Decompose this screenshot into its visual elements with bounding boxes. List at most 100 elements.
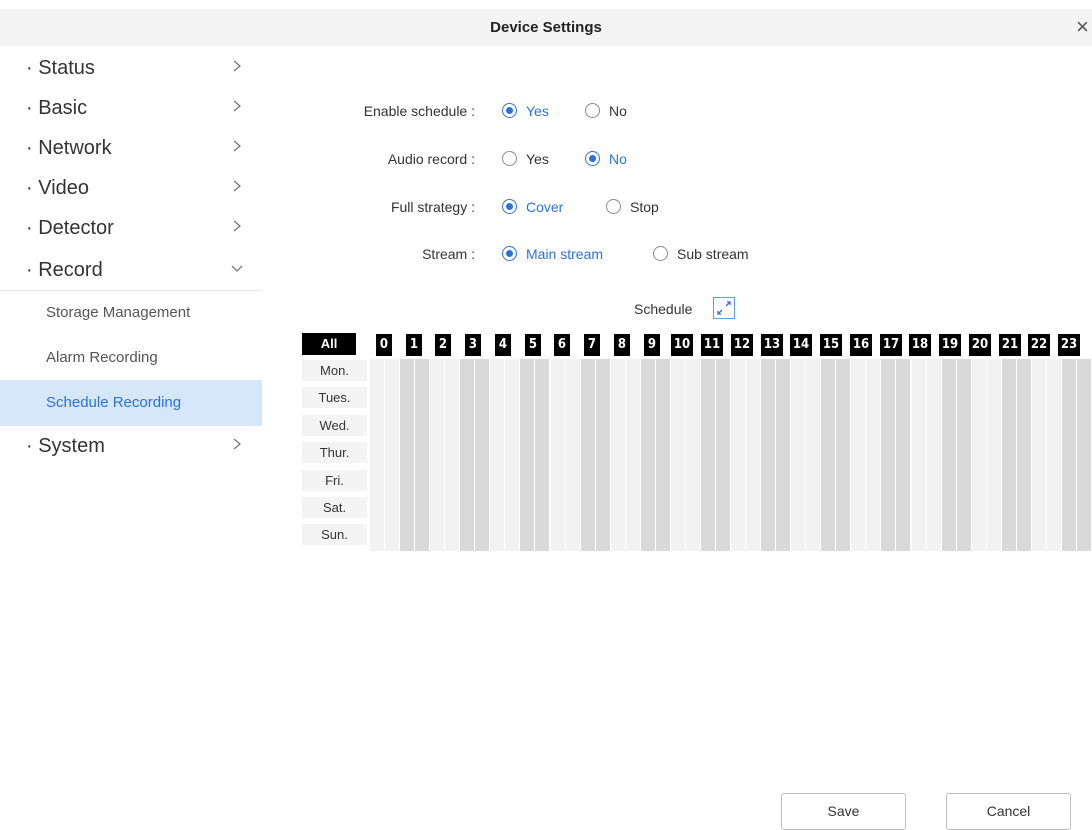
- sidebar-item-status[interactable]: · Status: [0, 48, 262, 88]
- day-label[interactable]: Tues.: [302, 387, 367, 409]
- schedule-grid-column[interactable]: [655, 359, 670, 551]
- schedule-grid-column[interactable]: [956, 359, 971, 551]
- sidebar-item-label: · Status: [26, 57, 95, 79]
- sidebar-subitem-schedule-recording[interactable]: Schedule Recording: [0, 380, 262, 426]
- expand-icon[interactable]: [713, 297, 735, 319]
- sidebar-item-system[interactable]: · System: [0, 426, 262, 466]
- schedule-grid-column[interactable]: [685, 359, 700, 551]
- hour-button-3[interactable]: 3: [465, 334, 481, 356]
- sidebar-item-network[interactable]: · Network: [0, 128, 262, 168]
- hour-button-9[interactable]: 9: [644, 334, 660, 356]
- schedule-grid-column[interactable]: [866, 359, 881, 551]
- schedule-grid-column[interactable]: [520, 359, 535, 551]
- schedule-grid-column[interactable]: [986, 359, 1001, 551]
- schedule-grid-column[interactable]: [430, 359, 445, 551]
- day-label[interactable]: Sat.: [302, 497, 367, 518]
- schedule-grid-column[interactable]: [1061, 359, 1076, 551]
- schedule-grid-column[interactable]: [445, 359, 460, 551]
- sidebar-item-basic[interactable]: · Basic: [0, 88, 262, 128]
- schedule-grid-column[interactable]: [700, 359, 715, 551]
- schedule-grid-column[interactable]: [625, 359, 640, 551]
- schedule-grid-column[interactable]: [926, 359, 941, 551]
- sidebar-subitem-storage-management[interactable]: Storage Management: [0, 290, 262, 336]
- schedule-grid-column[interactable]: [971, 359, 986, 551]
- schedule-grid-column[interactable]: [1076, 359, 1091, 551]
- hour-button-8[interactable]: 8: [614, 334, 630, 356]
- schedule-grid-column[interactable]: [550, 359, 565, 551]
- radio-dot: [585, 151, 600, 166]
- schedule-grid-column[interactable]: [746, 359, 761, 551]
- schedule-grid-column[interactable]: [1016, 359, 1031, 551]
- schedule-grid-column[interactable]: [610, 359, 625, 551]
- hour-button-2[interactable]: 2: [435, 334, 451, 356]
- day-label[interactable]: Wed.: [302, 414, 367, 436]
- schedule-grid-column[interactable]: [580, 359, 595, 551]
- hour-button-7[interactable]: 7: [584, 334, 600, 356]
- close-icon[interactable]: ×: [1076, 11, 1092, 43]
- hour-button-11[interactable]: 11: [701, 334, 723, 356]
- schedule-grid-column[interactable]: [385, 359, 400, 551]
- chevron-right-icon: [233, 220, 242, 232]
- save-button[interactable]: Save: [781, 793, 906, 830]
- schedule-grid-column[interactable]: [1001, 359, 1016, 551]
- schedule-grid-column[interactable]: [806, 359, 821, 551]
- sidebar-item-video[interactable]: · Video: [0, 168, 262, 208]
- hour-button-1[interactable]: 1: [406, 334, 422, 356]
- schedule-grid-column[interactable]: [731, 359, 746, 551]
- schedule-grid-column[interactable]: [1046, 359, 1061, 551]
- schedule-grid-column[interactable]: [791, 359, 806, 551]
- sidebar-item-detector[interactable]: · Detector: [0, 208, 262, 248]
- schedule-grid-column[interactable]: [1031, 359, 1046, 551]
- hour-button-21[interactable]: 21: [999, 334, 1021, 356]
- hour-button-14[interactable]: 14: [790, 334, 812, 356]
- schedule-grid-column[interactable]: [776, 359, 791, 551]
- schedule-all-button[interactable]: All: [302, 333, 356, 355]
- schedule-grid-column[interactable]: [370, 359, 385, 551]
- schedule-grid-column[interactable]: [911, 359, 926, 551]
- schedule-grid-column[interactable]: [415, 359, 430, 551]
- schedule-grid-column[interactable]: [836, 359, 851, 551]
- enable-schedule-row: Enable schedule : Yes No: [262, 97, 1092, 127]
- schedule-grid-column[interactable]: [896, 359, 911, 551]
- schedule-grid-column[interactable]: [565, 359, 580, 551]
- schedule-grid-column[interactable]: [715, 359, 730, 551]
- schedule-grid-column[interactable]: [670, 359, 685, 551]
- hour-button-0[interactable]: 0: [376, 334, 392, 356]
- schedule-grid-column[interactable]: [490, 359, 505, 551]
- schedule-grid-column[interactable]: [505, 359, 520, 551]
- sidebar-item-record[interactable]: · Record: [0, 250, 262, 290]
- cancel-button[interactable]: Cancel: [946, 793, 1071, 830]
- hour-button-12[interactable]: 12: [731, 334, 753, 356]
- sidebar-subitem-alarm-recording[interactable]: Alarm Recording: [0, 335, 262, 381]
- hour-button-16[interactable]: 16: [850, 334, 872, 356]
- hour-button-17[interactable]: 17: [880, 334, 902, 356]
- day-label[interactable]: Sun.: [302, 524, 367, 546]
- hour-button-5[interactable]: 5: [525, 334, 541, 356]
- schedule-grid-column[interactable]: [851, 359, 866, 551]
- schedule-grid-column[interactable]: [475, 359, 490, 551]
- hour-button-23[interactable]: 23: [1058, 334, 1080, 356]
- day-label[interactable]: Thur.: [302, 442, 367, 464]
- schedule-grid-column[interactable]: [535, 359, 550, 551]
- hour-button-19[interactable]: 19: [939, 334, 961, 356]
- hour-button-18[interactable]: 18: [909, 334, 931, 356]
- hour-button-22[interactable]: 22: [1028, 334, 1050, 356]
- day-label[interactable]: Mon.: [302, 360, 367, 381]
- hour-button-15[interactable]: 15: [820, 334, 842, 356]
- hour-button-6[interactable]: 6: [554, 334, 570, 356]
- hour-button-13[interactable]: 13: [761, 334, 783, 356]
- hour-button-20[interactable]: 20: [969, 334, 991, 356]
- schedule-grid-column[interactable]: [460, 359, 475, 551]
- schedule-grid-column[interactable]: [761, 359, 776, 551]
- radio-dot: [502, 199, 517, 214]
- hour-button-10[interactable]: 10: [671, 334, 693, 356]
- schedule-grid[interactable]: [370, 359, 1092, 551]
- schedule-grid-column[interactable]: [881, 359, 896, 551]
- hour-button-4[interactable]: 4: [495, 334, 511, 356]
- schedule-grid-column[interactable]: [941, 359, 956, 551]
- schedule-grid-column[interactable]: [821, 359, 836, 551]
- schedule-grid-column[interactable]: [400, 359, 415, 551]
- schedule-grid-column[interactable]: [595, 359, 610, 551]
- schedule-grid-column[interactable]: [640, 359, 655, 551]
- day-label[interactable]: Fri.: [302, 469, 367, 491]
